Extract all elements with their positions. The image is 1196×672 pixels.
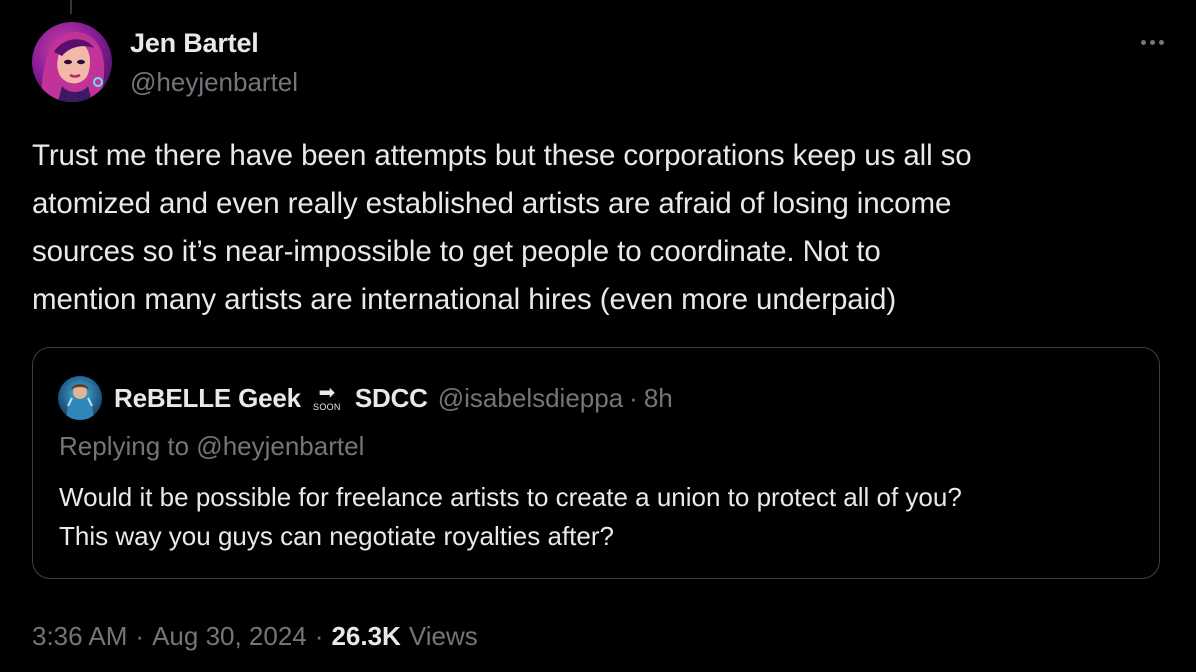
author-handle[interactable]: @heyjenbartel [130,67,298,98]
tweet-text: Trust me there have been attempts but th… [32,139,972,316]
quoted-separator-dot: · [629,382,638,413]
quoted-author-name-suffix[interactable]: SDCC [355,383,428,414]
tweet-date[interactable]: Aug 30, 2024 [152,621,307,652]
meta-separator: · [135,620,145,651]
quoted-author-handle[interactable]: @isabelsdieppa [438,383,623,414]
tweet-metadata: 3:36 AM · Aug 30, 2024 · 26.3K Views [32,616,478,656]
views-label: Views [408,620,478,651]
quoted-tweet-header: ReBELLE Geek ➡ SOON SDCC @isabelsdieppa … [58,376,673,420]
quoted-author-name[interactable]: ReBELLE Geek [114,383,301,414]
soon-arrow-icon: ➡ SOON [313,382,341,412]
meta-separator: · [314,620,324,651]
avatar-illustration-icon [41,32,105,102]
quoted-replying-to: Replying to @heyjenbartel [59,431,365,461]
quoted-tweet-card[interactable]: ReBELLE Geek ➡ SOON SDCC @isabelsdieppa … [32,347,1160,579]
quoted-tweet-text: Would it be possible for freelance artis… [59,482,962,551]
quoted-timestamp[interactable]: 8h [644,383,673,414]
views-count[interactable]: 26.3K [331,621,400,652]
quoted-avatar-icon [66,384,94,420]
more-dots-icon [1140,39,1146,45]
author-names: Jen Bartel @heyjenbartel [130,28,298,98]
author-avatar[interactable] [32,22,112,102]
thread-connector-line [70,0,72,14]
more-options-button[interactable] [1132,30,1172,54]
tweet-time[interactable]: 3:36 AM [32,621,127,652]
author-display-name[interactable]: Jen Bartel [130,28,298,59]
quoted-author-avatar[interactable] [58,376,102,420]
soon-emoji-label: SOON [313,402,341,412]
tweet-header: Jen Bartel @heyjenbartel [32,22,1172,106]
